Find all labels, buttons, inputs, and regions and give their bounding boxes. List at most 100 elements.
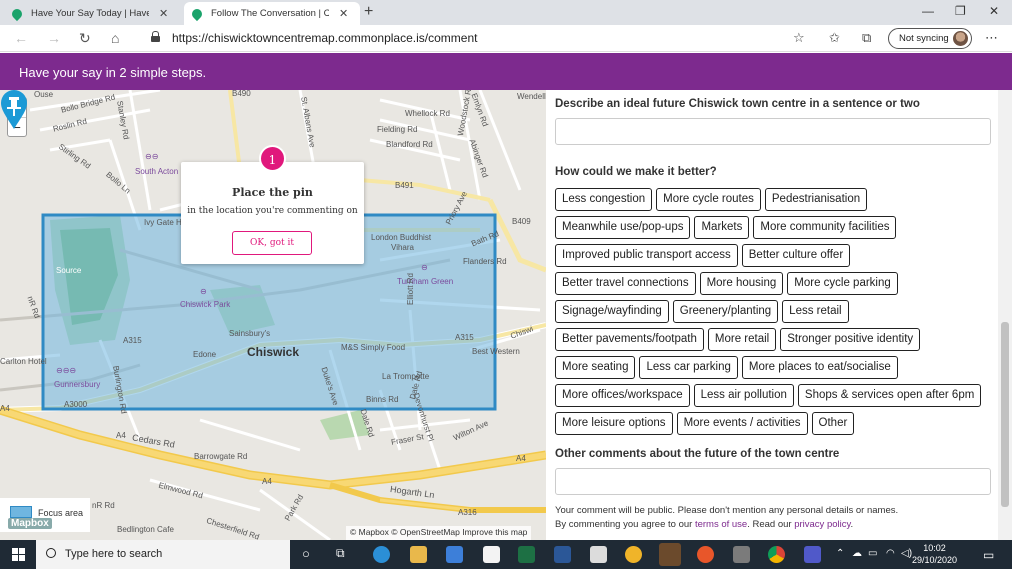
- home-icon[interactable]: ⌂: [111, 30, 119, 46]
- minimize-icon[interactable]: —: [922, 4, 934, 18]
- improvement-tag-button[interactable]: Better travel connections: [555, 272, 696, 295]
- chrome-app-icon[interactable]: [768, 546, 785, 563]
- other-comments-input[interactable]: [555, 468, 991, 495]
- map-attribution[interactable]: © Mapbox © OpenStreetMap Improve this ma…: [346, 526, 532, 540]
- edge-app-icon[interactable]: [373, 546, 390, 563]
- favorites-list-icon[interactable]: ✩: [829, 30, 840, 46]
- improvement-tag-button[interactable]: More events / activities: [676, 412, 808, 435]
- weather-app-icon[interactable]: [625, 546, 642, 563]
- ok-got-it-button[interactable]: OK, got it: [232, 231, 312, 255]
- taskbar-clock[interactable]: 10:02 29/10/2020: [912, 542, 957, 566]
- improvement-tag-button[interactable]: Meanwhile use/pop-ups: [555, 216, 691, 239]
- steps-banner: Have your say in 2 simple steps.: [0, 53, 1012, 90]
- improvement-tag-button[interactable]: More places to eat/socialise: [741, 356, 898, 379]
- poi-label: London Buddhist: [371, 233, 432, 242]
- mail-app-icon[interactable]: [446, 546, 463, 563]
- commonplace-favicon-icon: [189, 6, 205, 21]
- tab-follow-conversation[interactable]: Follow The Conversation | Chisw ✕: [184, 2, 360, 25]
- street-label: Wendell: [517, 92, 546, 101]
- collections-icon[interactable]: ⧉: [862, 30, 871, 46]
- maps-app-icon[interactable]: [659, 543, 681, 566]
- improvement-tag-button[interactable]: More housing: [699, 272, 784, 295]
- tag-row: Better travel connections More housing Mor…: [555, 272, 995, 295]
- poi-label: M&S Simply Food: [341, 343, 406, 352]
- improvement-tag-button[interactable]: Better pavements/footpath: [555, 328, 704, 351]
- teams-app-icon[interactable]: [804, 546, 821, 563]
- improvement-tag-button[interactable]: Greenery/planting: [672, 300, 779, 323]
- improvement-tag-button[interactable]: Less congestion: [555, 188, 653, 211]
- improvement-tag-button[interactable]: Pedestrianisation: [764, 188, 868, 211]
- file-explorer-icon[interactable]: [410, 546, 427, 563]
- improvement-tag-button[interactable]: More cycle routes: [656, 188, 761, 211]
- more-menu-icon[interactable]: ⋯: [985, 30, 998, 46]
- cortana-icon[interactable]: ○: [302, 546, 310, 561]
- lock-icon: [151, 31, 160, 42]
- improvement-tag-button[interactable]: Shops & services open after 6pm: [797, 384, 982, 407]
- improvement-tag-button[interactable]: Better culture offer: [741, 244, 851, 267]
- security-app-icon[interactable]: [590, 546, 607, 563]
- improvement-tag-button[interactable]: Less car parking: [639, 356, 738, 379]
- privacy-link[interactable]: privacy policy: [794, 519, 850, 530]
- improvement-tag-button[interactable]: Signage/wayfinding: [555, 300, 669, 323]
- scrollbar-thumb[interactable]: [1001, 322, 1009, 507]
- task-view-icon[interactable]: ⧉: [336, 546, 345, 561]
- close-tab-icon[interactable]: ✕: [159, 7, 168, 20]
- underground-station-icon: ⊖: [421, 263, 428, 272]
- poi-label: Ivy Gate H: [144, 218, 182, 227]
- notifications-icon[interactable]: ▭: [983, 548, 994, 562]
- improvement-tag-button[interactable]: More retail: [707, 328, 777, 351]
- improvement-tag-button[interactable]: Other: [811, 412, 855, 435]
- new-tab-icon[interactable]: +: [364, 3, 373, 21]
- wifi-icon[interactable]: ◠: [886, 548, 895, 559]
- improvement-tag-button[interactable]: More leisure options: [555, 412, 673, 435]
- word-app-icon[interactable]: [554, 546, 571, 563]
- improvement-tag-button[interactable]: More offices/workspace: [555, 384, 690, 407]
- forward-icon[interactable]: →: [47, 30, 61, 46]
- tab-have-your-say[interactable]: Have Your Say Today | Have Your ✕: [4, 2, 184, 25]
- street-label: Ouse: [34, 90, 54, 99]
- tag-row: More offices/workspace Less air pollution…: [555, 384, 995, 407]
- mapbox-logo[interactable]: Mapbox: [8, 518, 52, 529]
- map-pin-icon[interactable]: [0, 90, 28, 130]
- back-icon[interactable]: ←: [14, 30, 28, 46]
- restore-icon[interactable]: ❐: [955, 4, 966, 18]
- windows-start-icon[interactable]: [12, 548, 25, 561]
- tag-row: More seating Less car parking More places …: [555, 356, 995, 379]
- url-field[interactable]: https://chiswicktowncentremap.commonplac…: [172, 31, 477, 45]
- favorite-star-icon[interactable]: ☆: [793, 30, 805, 46]
- improvement-tag-button[interactable]: More seating: [555, 356, 636, 379]
- town-label: Chiswick: [247, 345, 300, 359]
- road-number-label: A315: [455, 333, 474, 342]
- poi-label: Best Western: [472, 347, 520, 356]
- calculator-app-icon[interactable]: [733, 546, 750, 563]
- close-tab-icon[interactable]: ✕: [339, 7, 348, 20]
- street-label: Blandford Rd: [386, 140, 433, 149]
- volume-icon[interactable]: ◁): [901, 548, 912, 559]
- poi-label: Carlton Hotel: [0, 357, 47, 366]
- improvement-tag-button[interactable]: Stronger positive identity: [780, 328, 921, 351]
- refresh-icon[interactable]: ↻: [79, 30, 91, 47]
- terms-link[interactable]: terms of use: [695, 519, 747, 530]
- road-number-label: A4: [116, 431, 126, 440]
- store-app-icon[interactable]: [483, 546, 500, 563]
- improvement-tag-button[interactable]: Less retail: [782, 300, 849, 323]
- improvement-tag-button[interactable]: More cycle parking: [787, 272, 898, 295]
- excel-app-icon[interactable]: [518, 546, 535, 563]
- popup-title: Place the pin: [232, 186, 313, 199]
- improvement-tag-button[interactable]: Improved public transport access: [555, 244, 738, 267]
- sync-button[interactable]: Not syncing: [888, 28, 972, 49]
- improvement-tag-button[interactable]: Markets: [694, 216, 750, 239]
- tray-overflow-icon[interactable]: ⌃: [836, 548, 844, 559]
- cloud-icon[interactable]: ☁: [852, 548, 862, 559]
- improvement-tag-button[interactable]: More community facilities: [753, 216, 897, 239]
- ideal-future-input[interactable]: [555, 118, 991, 145]
- battery-icon[interactable]: ▭: [868, 548, 877, 559]
- map-panel[interactable]: Bollo Bridge Rd Roslin Rd Stirling Rd Ou…: [0, 90, 546, 540]
- page-scrollbar[interactable]: [998, 90, 1012, 540]
- close-window-icon[interactable]: ✕: [989, 4, 999, 18]
- taskbar-search[interactable]: Type here to search: [36, 540, 290, 569]
- improvement-tag-button[interactable]: Less air pollution: [693, 384, 794, 407]
- location-app-icon[interactable]: [697, 546, 714, 563]
- tag-row: Better pavements/footpath More retail Stro…: [555, 328, 995, 351]
- address-toolbar: ← → ↻ ⌂ https://chiswicktowncentremap.co…: [0, 25, 1012, 52]
